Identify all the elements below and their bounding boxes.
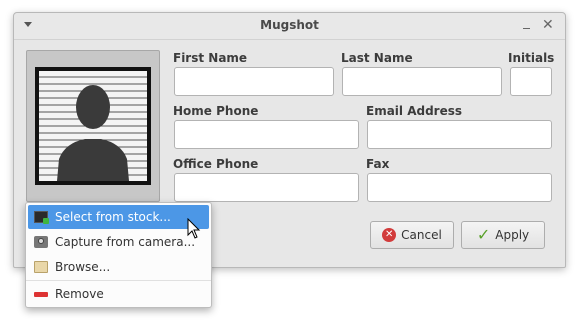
menu-item-label: Browse... [55, 260, 111, 274]
mugshot-silhouette-image [35, 67, 151, 185]
menu-item-label: Capture from camera... [55, 235, 196, 249]
cancel-icon: ✕ [382, 228, 397, 242]
menu-item-browse[interactable]: Browse... [28, 255, 209, 279]
fax-label: Fax [366, 157, 390, 171]
fax-field[interactable] [367, 173, 552, 202]
remove-icon [34, 291, 48, 297]
photo-context-menu: Select from stock... Capture from camera… [25, 202, 212, 308]
menu-item-label: Remove [55, 287, 104, 301]
window-title: Mugshot [260, 18, 319, 32]
last-name-label: Last Name [341, 51, 413, 65]
apply-button-label: Apply [495, 228, 530, 242]
minimize-icon[interactable] [523, 28, 530, 29]
initials-field[interactable] [510, 67, 552, 96]
menu-item-remove[interactable]: Remove [28, 282, 209, 306]
last-name-field[interactable] [342, 67, 502, 96]
menu-item-select-from-stock[interactable]: Select from stock... [28, 205, 209, 229]
email-address-field[interactable] [367, 120, 552, 149]
initials-label: Initials [508, 51, 555, 65]
menu-item-capture-from-camera[interactable]: Capture from camera... [28, 230, 209, 254]
first-name-field[interactable] [174, 67, 334, 96]
cancel-button-label: Cancel [401, 228, 442, 242]
user-photo-button[interactable]: 1829102 [26, 50, 160, 222]
close-icon[interactable]: ✕ [542, 16, 554, 34]
office-phone-label: Office Phone [173, 157, 259, 171]
cancel-button[interactable]: ✕ Cancel [370, 221, 454, 249]
office-phone-field[interactable] [174, 173, 359, 202]
apply-button[interactable]: ✓ Apply [461, 221, 545, 249]
checkmark-icon: ✓ [476, 225, 491, 244]
email-address-label: Email Address [366, 104, 463, 118]
menu-item-label: Select from stock... [55, 210, 171, 224]
first-name-label: First Name [173, 51, 248, 65]
menu-separator [26, 280, 211, 281]
home-phone-field[interactable] [174, 120, 359, 149]
title-bar[interactable]: Mugshot ✕ [14, 13, 565, 40]
stock-image-icon [34, 211, 49, 224]
home-phone-label: Home Phone [173, 104, 259, 118]
folder-icon [34, 261, 48, 273]
mouse-pointer-icon [187, 218, 201, 239]
camera-icon [34, 236, 48, 248]
